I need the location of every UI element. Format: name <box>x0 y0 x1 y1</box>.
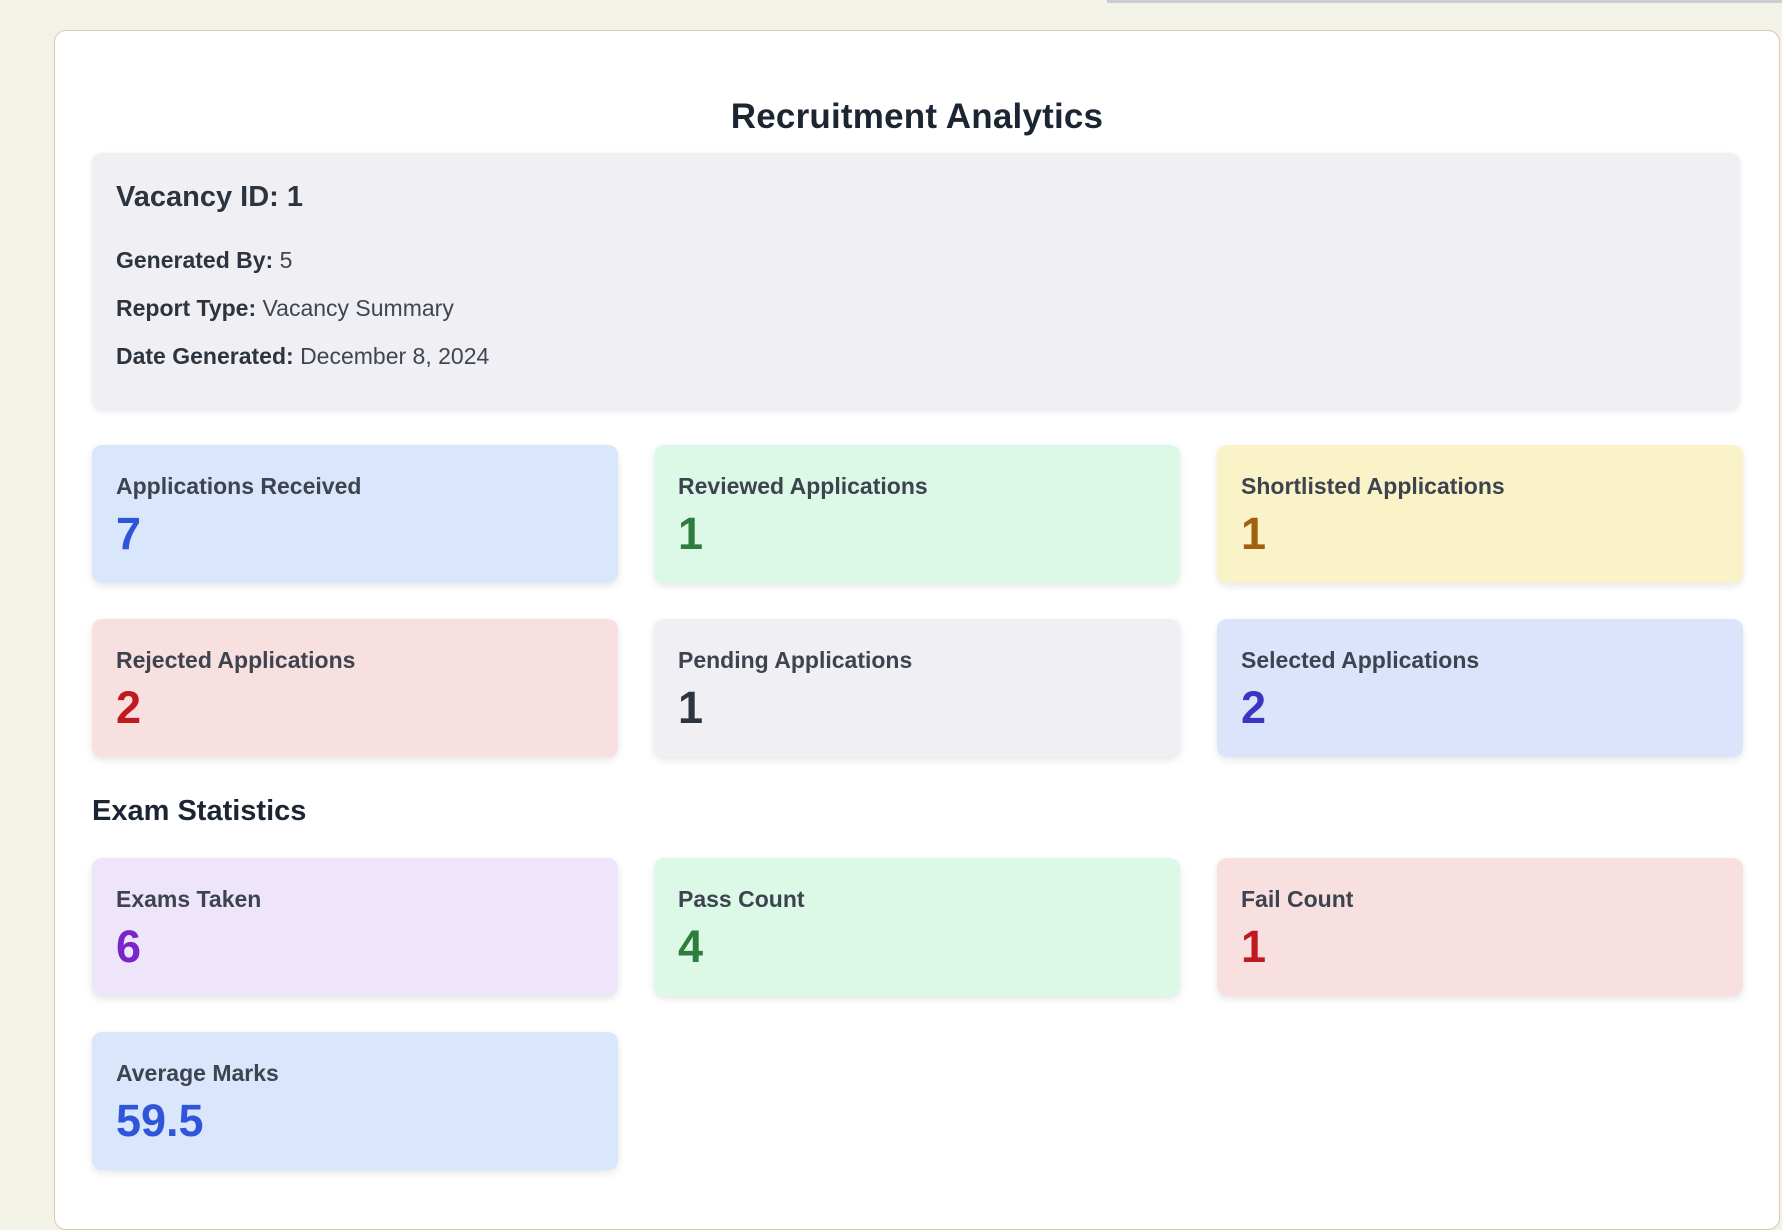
vacancy-summary-panel: Vacancy ID: 1 Generated By: 5 Report Typ… <box>92 153 1740 409</box>
report-type-value: Vacancy Summary <box>262 295 454 321</box>
browser-top-edge <box>1107 0 1782 3</box>
stat-card-pass-count: Pass Count 4 <box>654 858 1180 996</box>
stat-label: Exams Taken <box>116 886 262 912</box>
report-type-line: Report Type: Vacancy Summary <box>116 295 454 322</box>
analytics-report-card: Recruitment Analytics Vacancy ID: 1 Gene… <box>54 30 1780 1230</box>
stat-label: Selected Applications <box>1241 647 1480 673</box>
stat-value: 1 <box>1241 921 1267 972</box>
stat-card-average-marks: Average Marks 59.5 <box>92 1032 618 1170</box>
stat-value: 6 <box>116 921 142 972</box>
stat-card-rejected-applications: Rejected Applications 2 <box>92 619 618 757</box>
stat-value: 7 <box>116 508 142 559</box>
stat-value: 2 <box>116 682 142 733</box>
stat-value: 1 <box>1241 508 1267 559</box>
stat-value: 59.5 <box>116 1095 204 1146</box>
stat-value: 4 <box>678 921 704 972</box>
stat-value: 2 <box>1241 682 1267 733</box>
stat-label: Pass Count <box>678 886 805 912</box>
report-type-label: Report Type: <box>116 295 257 321</box>
date-generated-line: Date Generated: December 8, 2024 <box>116 343 489 370</box>
generated-by-label: Generated By: <box>116 247 274 273</box>
stat-label: Average Marks <box>116 1060 279 1086</box>
stat-label: Pending Applications <box>678 647 913 673</box>
stat-label: Shortlisted Applications <box>1241 473 1505 499</box>
date-generated-value: December 8, 2024 <box>300 343 490 369</box>
stat-card-reviewed-applications: Reviewed Applications 1 <box>654 445 1180 583</box>
stat-card-pending-applications: Pending Applications 1 <box>654 619 1180 757</box>
stat-label: Applications Received <box>116 473 362 499</box>
generated-by-line: Generated By: 5 <box>116 247 292 274</box>
generated-by-value: 5 <box>279 247 293 273</box>
stat-label: Rejected Applications <box>116 647 356 673</box>
stat-card-selected-applications: Selected Applications 2 <box>1217 619 1743 757</box>
page-title: Recruitment Analytics <box>730 97 1104 136</box>
stat-label: Reviewed Applications <box>678 473 928 499</box>
stat-card-applications-received: Applications Received 7 <box>92 445 618 583</box>
exam-statistics-heading: Exam Statistics <box>92 795 307 827</box>
date-generated-label: Date Generated: <box>116 343 294 369</box>
stat-card-fail-count: Fail Count 1 <box>1217 858 1743 996</box>
vacancy-id-heading: Vacancy ID: 1 <box>116 181 303 213</box>
stat-card-exams-taken: Exams Taken 6 <box>92 858 618 996</box>
stat-card-shortlisted-applications: Shortlisted Applications 1 <box>1217 445 1743 583</box>
stat-value: 1 <box>678 508 704 559</box>
stat-value: 1 <box>678 682 704 733</box>
stat-label: Fail Count <box>1241 886 1354 912</box>
